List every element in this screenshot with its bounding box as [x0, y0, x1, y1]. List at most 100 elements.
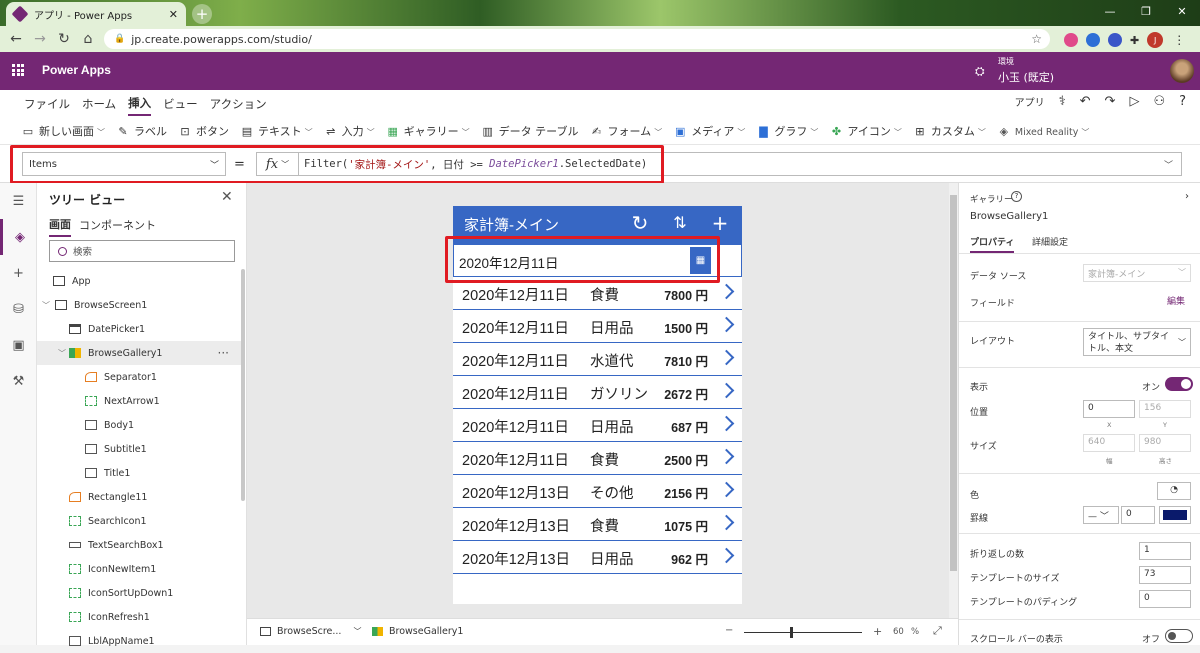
- next-arrow-icon[interactable]: [718, 316, 735, 333]
- tab-properties[interactable]: プロパティ: [970, 235, 1015, 253]
- tree-scrollbar[interactable]: [241, 269, 245, 501]
- collapse-panel-icon[interactable]: ›: [1185, 191, 1189, 202]
- environment-name[interactable]: 小玉 (既定): [998, 69, 1054, 85]
- border-color-picker[interactable]: [1159, 506, 1191, 524]
- gallery-row[interactable]: 2020年12月11日 食費 2500 円: [453, 442, 742, 475]
- gallery-row[interactable]: 2020年12月11日 水道代 7810 円: [453, 343, 742, 376]
- share-user-icon[interactable]: ⚇: [1153, 94, 1165, 109]
- template-padding-input[interactable]: 0: [1139, 590, 1191, 608]
- extension-icon[interactable]: [1086, 33, 1100, 47]
- gallery-row[interactable]: 2020年12月13日 日用品 962 円: [453, 541, 742, 574]
- media-panel-icon[interactable]: ▣: [0, 327, 37, 363]
- gallery-row[interactable]: 2020年12月11日 日用品 1500 円: [453, 310, 742, 343]
- menu-home[interactable]: ホーム: [82, 93, 116, 115]
- label-button[interactable]: ✎ ラベル: [117, 123, 167, 139]
- next-arrow-icon[interactable]: [718, 514, 735, 531]
- height-input[interactable]: 980: [1139, 434, 1191, 452]
- gallery-menu[interactable]: ▦ ギャラリー ﹀: [387, 123, 469, 139]
- tree-node-title[interactable]: Title1: [37, 461, 243, 485]
- waffle-icon[interactable]: [12, 64, 24, 76]
- new-screen-button[interactable]: ▭ 新しい画面 ﹀: [22, 123, 105, 139]
- refresh-icon[interactable]: ↻: [628, 211, 652, 235]
- next-arrow-icon[interactable]: [718, 349, 735, 366]
- tree-node-iconrefresh[interactable]: IconRefresh1: [37, 605, 243, 629]
- close-icon[interactable]: ✕: [221, 189, 233, 205]
- close-window-icon[interactable]: ✕: [1164, 5, 1200, 18]
- control-name[interactable]: BrowseGallery1: [970, 211, 1048, 222]
- input-menu[interactable]: ⇌ 入力 ﹀: [325, 123, 375, 139]
- database-icon[interactable]: ⛁: [0, 291, 37, 327]
- minimize-icon[interactable]: —: [1092, 5, 1128, 18]
- tree-node-subtitle[interactable]: Subtitle1: [37, 437, 243, 461]
- restore-icon[interactable]: ❐: [1128, 5, 1164, 18]
- user-avatar[interactable]: [1170, 59, 1194, 83]
- undo-icon[interactable]: ↶: [1080, 94, 1091, 109]
- gallery-row[interactable]: 2020年12月13日 その他 2156 円: [453, 475, 742, 508]
- datasource-dropdown[interactable]: 家計簿-メイン ﹀: [1083, 264, 1191, 282]
- gallery-row[interactable]: 2020年12月11日 ガソリン 2672 円: [453, 376, 742, 409]
- fields-edit-link[interactable]: 編集: [1167, 294, 1185, 307]
- close-tab-icon[interactable]: ✕: [169, 8, 178, 21]
- position-y-input[interactable]: 156: [1139, 400, 1191, 418]
- play-icon[interactable]: ▷: [1129, 94, 1139, 109]
- border-thickness-input[interactable]: 0: [1121, 506, 1155, 524]
- help-icon[interactable]: ?: [1179, 94, 1186, 109]
- extension-icon[interactable]: [1064, 33, 1078, 47]
- more-vert-icon[interactable]: ⋮: [1173, 33, 1185, 47]
- browser-tab[interactable]: アプリ - Power Apps ✕: [6, 2, 186, 26]
- layout-dropdown[interactable]: タイトル、サブタイトル、本文 ﹀: [1083, 328, 1191, 356]
- button-button[interactable]: ⊡ ボタン: [179, 123, 229, 139]
- text-menu[interactable]: ▤ テキスト ﹀: [241, 123, 313, 139]
- icon-menu[interactable]: ✤ アイコン ﹀: [830, 123, 902, 139]
- profile-avatar[interactable]: J: [1147, 32, 1164, 48]
- breadcrumb-screen[interactable]: BrowseScre... ﹀: [260, 626, 361, 637]
- mixed-reality-menu[interactable]: ◈ Mixed Reality ﹀: [998, 125, 1090, 138]
- chevron-down-icon[interactable]: ﹀: [41, 300, 51, 311]
- form-menu[interactable]: ✍ フォーム ﹀: [591, 123, 662, 139]
- sort-up-down-icon[interactable]: ⇅: [668, 213, 692, 232]
- tree-node-app[interactable]: App: [37, 269, 243, 293]
- tree-node-browsescreen[interactable]: ﹀ BrowseScreen1: [37, 293, 243, 317]
- template-size-input[interactable]: 73: [1139, 566, 1191, 584]
- gallery-row[interactable]: 2020年12月13日 食費 1075 円: [453, 508, 742, 541]
- scrollbar-toggle[interactable]: [1165, 629, 1193, 643]
- custom-menu[interactable]: ⊞ カスタム ﹀: [914, 123, 986, 139]
- tree-node-datepicker[interactable]: DatePicker1: [37, 317, 243, 341]
- tools-icon[interactable]: ⚒: [0, 363, 37, 399]
- tree-search-input[interactable]: 検索: [49, 240, 235, 262]
- forward-icon[interactable]: →: [28, 31, 52, 47]
- wrap-count-input[interactable]: 1: [1139, 542, 1191, 560]
- menu-insert[interactable]: 挿入: [128, 92, 152, 116]
- visible-toggle[interactable]: [1165, 377, 1193, 391]
- tree-node-browsegallery[interactable]: ﹀ BrowseGallery1 ···: [37, 341, 243, 365]
- add-item-icon[interactable]: +: [708, 211, 732, 235]
- next-arrow-icon[interactable]: [718, 382, 735, 399]
- bookmark-star-icon[interactable]: ☆: [1031, 32, 1042, 46]
- expand-formula-icon[interactable]: ﹀: [1164, 158, 1173, 171]
- back-icon[interactable]: ←: [4, 31, 28, 47]
- zoom-slider[interactable]: [744, 632, 862, 633]
- tree-node-rectangle[interactable]: Rectangle11: [37, 485, 243, 509]
- data-table-button[interactable]: ▥ データ テーブル: [482, 123, 578, 139]
- tree-node-body[interactable]: Body1: [37, 413, 243, 437]
- chevron-down-icon[interactable]: ﹀: [353, 626, 361, 637]
- tree-node-textsearchbox[interactable]: TextSearchBox1: [37, 533, 243, 557]
- tree-node-nextarrow[interactable]: NextArrow1: [37, 389, 243, 413]
- tab-advanced[interactable]: 詳細設定: [1032, 235, 1068, 248]
- menu-view[interactable]: ビュー: [163, 93, 198, 115]
- canvas-scrollbar[interactable]: [949, 183, 958, 618]
- next-arrow-icon[interactable]: [718, 481, 735, 498]
- more-options-icon[interactable]: ···: [218, 346, 229, 360]
- media-menu[interactable]: ▣ メディア ﹀: [674, 123, 745, 139]
- tab-components[interactable]: コンポーネント: [79, 217, 156, 236]
- tree-node-lblappname[interactable]: LblAppName1: [37, 629, 243, 653]
- app-title[interactable]: 家計簿-メイン: [464, 214, 559, 235]
- redo-icon[interactable]: ↷: [1105, 94, 1116, 109]
- breadcrumb-gallery[interactable]: BrowseGallery1: [372, 626, 463, 637]
- chevron-down-icon[interactable]: ﹀: [57, 348, 67, 359]
- tree-node-iconsortupdown[interactable]: IconSortUpDown1: [37, 581, 243, 605]
- tab-screens[interactable]: 画面: [49, 216, 71, 237]
- stethoscope-icon[interactable]: ⚕: [1059, 94, 1066, 109]
- fit-to-screen-icon[interactable]: ⤢: [933, 624, 942, 638]
- tree-node-separator[interactable]: Separator1: [37, 365, 243, 389]
